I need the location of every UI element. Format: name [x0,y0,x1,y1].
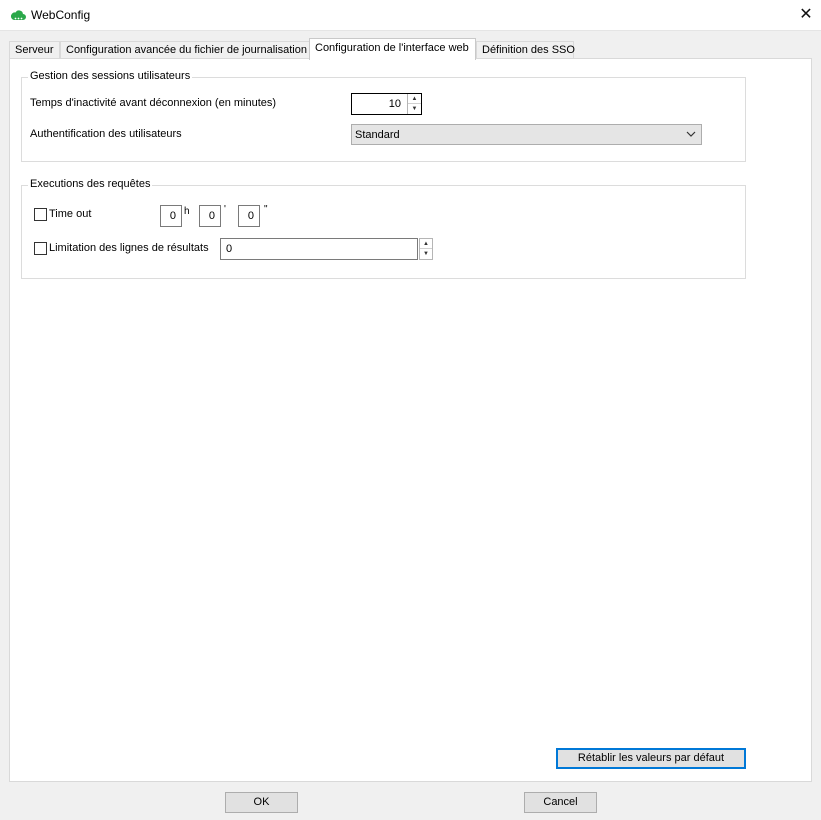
tab-serveur[interactable]: Serveur [9,41,60,59]
timeout-minutes-input[interactable]: 0 [199,205,221,227]
timeout-hours-input[interactable]: 0 [160,205,182,227]
close-icon: ✕ [799,6,813,23]
group-sessions-legend: Gestion des sessions utilisateurs [28,70,193,82]
timeout-checkbox[interactable] [34,208,47,221]
timeout-label[interactable]: Time out [49,208,91,220]
tab-panel-interface-web: Gestion des sessions utilisateurs Temps … [9,58,812,782]
window-title: WebConfig [31,8,91,22]
limit-input[interactable]: 0 [220,238,418,260]
chevron-down-icon [686,131,696,137]
timeout-seconds-input[interactable]: 0 [238,205,260,227]
cancel-button[interactable]: Cancel [524,792,597,813]
tab-journalisation[interactable]: Configuration avancée du fichier de jour… [60,41,310,59]
spin-up-icon[interactable]: ▲ [420,239,432,249]
ok-button[interactable]: OK [225,792,298,813]
hours-unit: h [184,206,190,217]
tab-sso[interactable]: Définition des SSO [476,41,575,59]
group-queries-legend: Executions des requêtes [28,178,153,190]
inactivity-stepper[interactable]: 10 ▲ ▼ [351,93,422,115]
auth-select[interactable]: Standard [351,124,702,145]
spin-down-icon[interactable]: ▼ [408,104,421,114]
inactivity-spin[interactable]: ▲ ▼ [407,94,421,114]
limit-spin[interactable]: ▲ ▼ [419,238,433,260]
auth-label: Authentification des utilisateurs [30,128,182,140]
minutes-unit: ' [224,204,226,215]
spin-down-icon[interactable]: ▼ [420,249,432,259]
limit-checkbox[interactable] [34,242,47,255]
inactivity-label: Temps d'inactivité avant déconnexion (en… [30,97,277,109]
spin-up-icon[interactable]: ▲ [408,94,421,104]
restore-defaults-button[interactable]: Rétablir les valeurs par défaut [556,748,746,769]
group-sessions: Gestion des sessions utilisateurs Temps … [21,70,746,162]
title-bar: WebConfig ✕ [0,0,821,31]
limit-label[interactable]: Limitation des lignes de résultats [49,242,209,254]
cloud-icon [10,10,26,20]
tab-interface-web[interactable]: Configuration de l'interface web [309,38,476,60]
close-button[interactable]: ✕ [791,0,821,30]
group-queries: Executions des requêtes Time out 0 h 0 '… [21,178,746,279]
seconds-unit: " [264,204,268,215]
